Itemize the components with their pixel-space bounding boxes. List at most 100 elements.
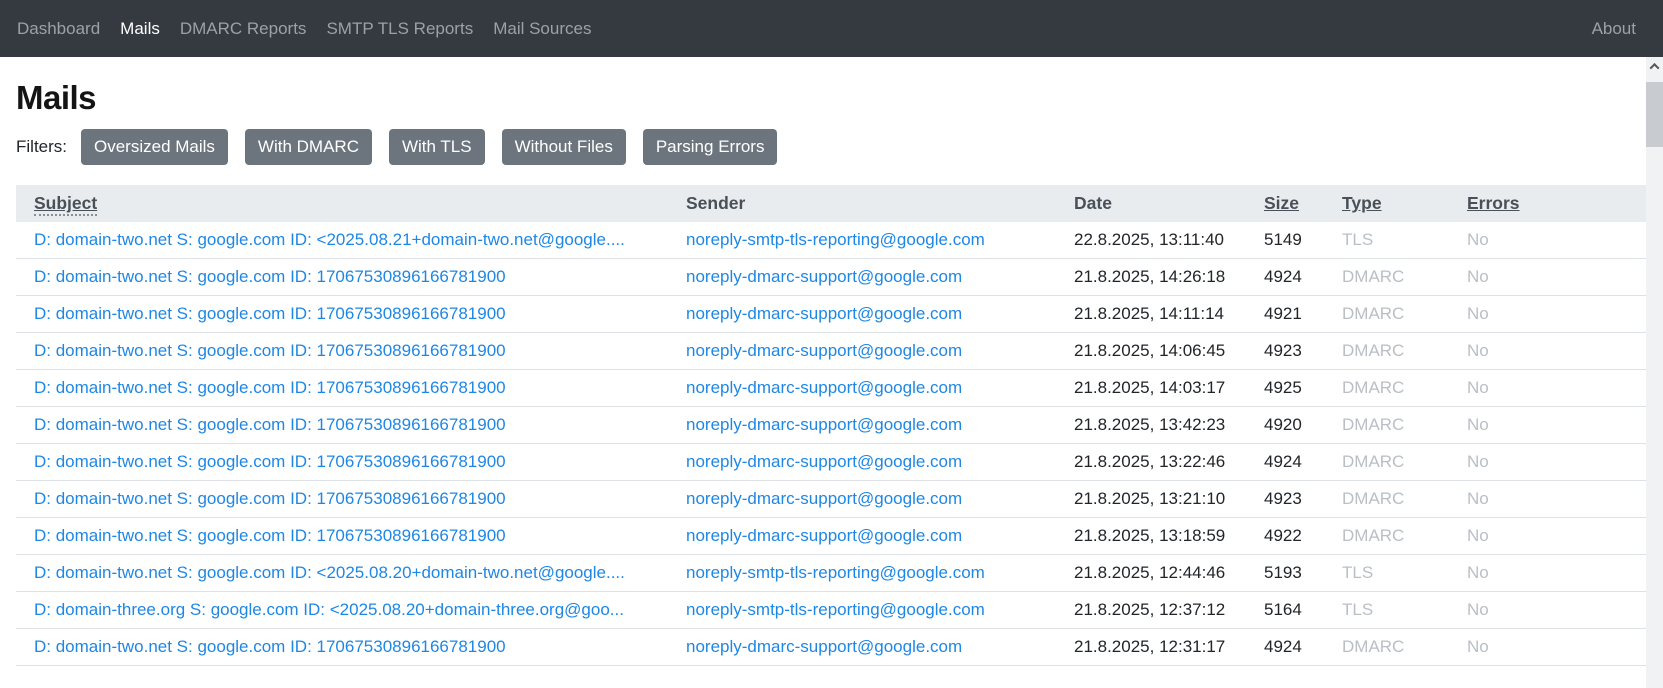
sender-link[interactable]: noreply-dmarc-support@google.com bbox=[686, 267, 962, 286]
nav-item-about[interactable]: About bbox=[1592, 11, 1646, 47]
sender-link[interactable]: noreply-smtp-tls-reporting@google.com bbox=[686, 563, 985, 582]
type-cell: DMARC bbox=[1324, 333, 1449, 370]
subject-link[interactable]: D: domain-two.net S: google.com ID: <202… bbox=[34, 563, 625, 582]
errors-cell: No bbox=[1449, 333, 1647, 370]
subject-cell: D: domain-two.net S: google.com ID: 1706… bbox=[16, 370, 668, 407]
sender-link[interactable]: noreply-dmarc-support@google.com bbox=[686, 378, 962, 397]
sender-link[interactable]: noreply-dmarc-support@google.com bbox=[686, 526, 962, 545]
subject-cell: D: domain-two.net S: google.com ID: <202… bbox=[16, 222, 668, 259]
filters-label: Filters: bbox=[16, 137, 67, 157]
size-cell: 4921 bbox=[1246, 296, 1324, 333]
subject-cell: D: domain-two.net S: google.com ID: 1706… bbox=[16, 407, 668, 444]
size-cell: 5149 bbox=[1246, 222, 1324, 259]
size-cell: 4923 bbox=[1246, 333, 1324, 370]
scroll-up-button[interactable] bbox=[1646, 57, 1663, 76]
subject-link[interactable]: D: domain-two.net S: google.com ID: 1706… bbox=[34, 415, 506, 434]
column-header-size: Size bbox=[1246, 185, 1324, 222]
sender-link[interactable]: noreply-dmarc-support@google.com bbox=[686, 637, 962, 656]
table-row: D: domain-two.net S: google.com ID: 1706… bbox=[16, 407, 1647, 444]
subject-cell: D: domain-two.net S: google.com ID: 1706… bbox=[16, 629, 668, 666]
sender-link[interactable]: noreply-dmarc-support@google.com bbox=[686, 452, 962, 471]
filter-button-oversized-mails[interactable]: Oversized Mails bbox=[81, 129, 228, 165]
size-cell: 4922 bbox=[1246, 518, 1324, 555]
sender-link[interactable]: noreply-smtp-tls-reporting@google.com bbox=[686, 600, 985, 619]
sender-cell: noreply-dmarc-support@google.com bbox=[668, 370, 1056, 407]
errors-cell: No bbox=[1449, 259, 1647, 296]
sender-link[interactable]: noreply-dmarc-support@google.com bbox=[686, 341, 962, 360]
table-row: D: domain-two.net S: google.com ID: 1706… bbox=[16, 296, 1647, 333]
subject-cell: D: domain-two.net S: google.com ID: 1706… bbox=[16, 259, 668, 296]
nav-item-dashboard[interactable]: Dashboard bbox=[17, 11, 110, 47]
column-header-subject: Subject bbox=[16, 185, 668, 222]
subject-link[interactable]: D: domain-two.net S: google.com ID: 1706… bbox=[34, 452, 506, 471]
date-cell: 21.8.2025, 14:03:17 bbox=[1056, 370, 1246, 407]
column-header-errors: Errors bbox=[1449, 185, 1647, 222]
table-row: D: domain-three.org S: google.com ID: <2… bbox=[16, 592, 1647, 629]
sort-link-size[interactable]: Size bbox=[1264, 193, 1299, 213]
sender-link[interactable]: noreply-dmarc-support@google.com bbox=[686, 415, 962, 434]
sender-cell: noreply-dmarc-support@google.com bbox=[668, 481, 1056, 518]
errors-cell: No bbox=[1449, 370, 1647, 407]
date-cell: 21.8.2025, 14:26:18 bbox=[1056, 259, 1246, 296]
subject-cell: D: domain-two.net S: google.com ID: 1706… bbox=[16, 333, 668, 370]
sort-link-subject[interactable]: Subject bbox=[34, 193, 97, 216]
filter-button-with-tls[interactable]: With TLS bbox=[389, 129, 485, 165]
date-cell: 22.8.2025, 13:11:40 bbox=[1056, 222, 1246, 259]
subject-link[interactable]: D: domain-two.net S: google.com ID: 1706… bbox=[34, 489, 506, 508]
subject-link[interactable]: D: domain-two.net S: google.com ID: 1706… bbox=[34, 526, 506, 545]
subject-link[interactable]: D: domain-two.net S: google.com ID: 1706… bbox=[34, 341, 506, 360]
sender-cell: noreply-dmarc-support@google.com bbox=[668, 518, 1056, 555]
scrollbar-thumb[interactable] bbox=[1646, 82, 1663, 147]
type-cell: DMARC bbox=[1324, 444, 1449, 481]
mails-table: SubjectSenderDateSizeTypeErrors D: domai… bbox=[16, 185, 1647, 666]
nav-item-mails[interactable]: Mails bbox=[110, 11, 170, 47]
subject-cell: D: domain-two.net S: google.com ID: <202… bbox=[16, 555, 668, 592]
sender-link[interactable]: noreply-dmarc-support@google.com bbox=[686, 304, 962, 323]
type-cell: TLS bbox=[1324, 592, 1449, 629]
nav-item-dmarc-reports[interactable]: DMARC Reports bbox=[170, 11, 317, 47]
subject-link[interactable]: D: domain-two.net S: google.com ID: <202… bbox=[34, 230, 625, 249]
type-cell: DMARC bbox=[1324, 370, 1449, 407]
size-cell: 4924 bbox=[1246, 629, 1324, 666]
table-row: D: domain-two.net S: google.com ID: 1706… bbox=[16, 370, 1647, 407]
date-cell: 21.8.2025, 13:22:46 bbox=[1056, 444, 1246, 481]
table-row: D: domain-two.net S: google.com ID: 1706… bbox=[16, 481, 1647, 518]
filter-button-with-dmarc[interactable]: With DMARC bbox=[245, 129, 372, 165]
sender-cell: noreply-dmarc-support@google.com bbox=[668, 444, 1056, 481]
filter-button-without-files[interactable]: Without Files bbox=[502, 129, 626, 165]
chevron-up-icon bbox=[1650, 63, 1660, 73]
vertical-scrollbar[interactable] bbox=[1646, 57, 1663, 688]
subject-cell: D: domain-two.net S: google.com ID: 1706… bbox=[16, 518, 668, 555]
filter-button-parsing-errors[interactable]: Parsing Errors bbox=[643, 129, 778, 165]
table-header-row: SubjectSenderDateSizeTypeErrors bbox=[16, 185, 1647, 222]
subject-cell: D: domain-two.net S: google.com ID: 1706… bbox=[16, 481, 668, 518]
size-cell: 4924 bbox=[1246, 444, 1324, 481]
sender-cell: noreply-dmarc-support@google.com bbox=[668, 296, 1056, 333]
subject-link[interactable]: D: domain-three.org S: google.com ID: <2… bbox=[34, 600, 624, 619]
sender-link[interactable]: noreply-smtp-tls-reporting@google.com bbox=[686, 230, 985, 249]
page-title: Mails bbox=[16, 79, 1647, 117]
sender-cell: noreply-smtp-tls-reporting@google.com bbox=[668, 222, 1056, 259]
subject-link[interactable]: D: domain-two.net S: google.com ID: 1706… bbox=[34, 267, 506, 286]
table-row: D: domain-two.net S: google.com ID: <202… bbox=[16, 555, 1647, 592]
date-cell: 21.8.2025, 13:18:59 bbox=[1056, 518, 1246, 555]
sender-link[interactable]: noreply-dmarc-support@google.com bbox=[686, 489, 962, 508]
table-row: D: domain-two.net S: google.com ID: 1706… bbox=[16, 518, 1647, 555]
size-cell: 4920 bbox=[1246, 407, 1324, 444]
column-header-sender: Sender bbox=[668, 185, 1056, 222]
type-cell: DMARC bbox=[1324, 518, 1449, 555]
errors-cell: No bbox=[1449, 592, 1647, 629]
size-cell: 5193 bbox=[1246, 555, 1324, 592]
sort-link-errors[interactable]: Errors bbox=[1467, 193, 1520, 213]
date-cell: 21.8.2025, 13:42:23 bbox=[1056, 407, 1246, 444]
errors-cell: No bbox=[1449, 555, 1647, 592]
nav-item-smtp-tls-reports[interactable]: SMTP TLS Reports bbox=[316, 11, 483, 47]
sort-link-type[interactable]: Type bbox=[1342, 193, 1382, 213]
subject-link[interactable]: D: domain-two.net S: google.com ID: 1706… bbox=[34, 378, 506, 397]
nav-item-mail-sources[interactable]: Mail Sources bbox=[483, 11, 601, 47]
filters-row: Filters: Oversized Mails With DMARC With T… bbox=[16, 129, 1647, 165]
subject-link[interactable]: D: domain-two.net S: google.com ID: 1706… bbox=[34, 304, 506, 323]
errors-cell: No bbox=[1449, 407, 1647, 444]
type-cell: TLS bbox=[1324, 555, 1449, 592]
subject-link[interactable]: D: domain-two.net S: google.com ID: 1706… bbox=[34, 637, 506, 656]
